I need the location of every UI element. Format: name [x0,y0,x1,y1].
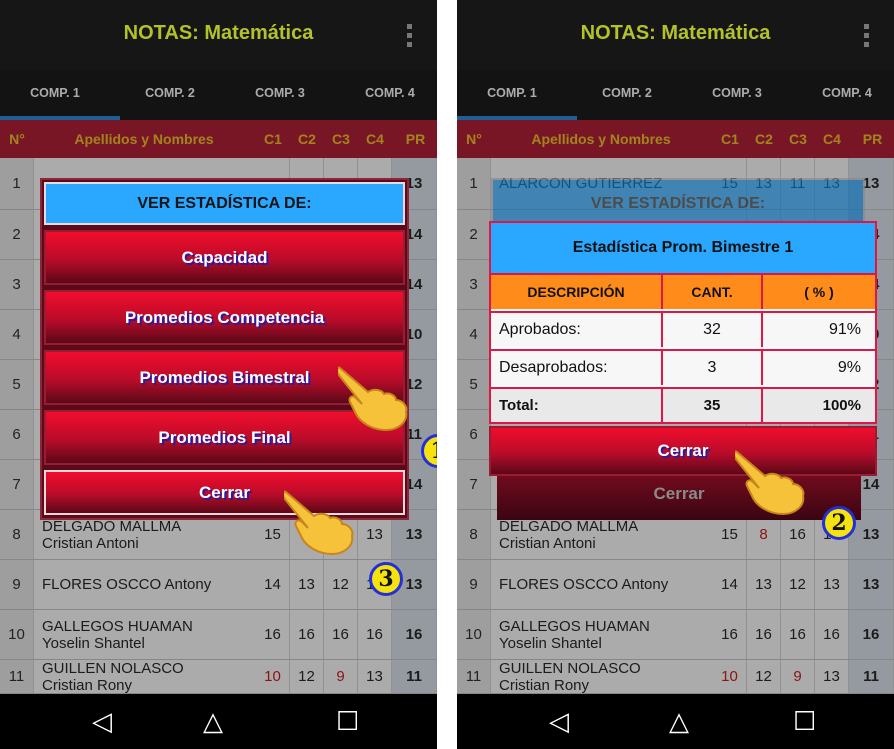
row-pct: 91% [828,321,861,338]
close-button[interactable]: Cerrar [489,426,877,476]
col-descripcion: DESCRIPCIÓN [491,275,663,309]
dialog-heading: VER ESTADÍSTICA DE: [44,182,405,225]
app-title: NOTAS: Matemática [580,22,771,44]
pointing-hand-icon [338,366,408,432]
back-icon[interactable]: ◁ [549,708,569,734]
step-badge-3: 3 [369,562,403,596]
stats-row-desaprobados: Desaprobados: 3 9% [491,349,875,385]
stats-header-row: DESCRIPCIÓN CANT. ( % ) [491,273,875,309]
recents-icon[interactable]: ☐ [793,708,816,734]
menu-capacidad-button[interactable]: Capacidad [44,230,405,285]
kebab-menu-icon[interactable] [864,24,870,51]
back-icon[interactable]: ◁ [92,708,112,734]
app-bar: NOTAS: Matemática [457,0,894,70]
col-pct: ( % ) [804,284,834,300]
home-icon[interactable]: △ [669,708,689,734]
row-pct: 9% [837,359,861,376]
system-nav-bar: ◁ △ ☐ [0,694,437,749]
phone-right: NOTAS: Matemática COMP. 1 COMP. 2 COMP. … [457,0,894,749]
recents-icon[interactable]: ☐ [336,708,359,734]
row-cant: 3 [663,351,763,385]
col-cant: CANT. [663,275,763,309]
stats-menu-dialog: VER ESTADÍSTICA DE: Capacidad Promedios … [40,178,409,520]
kebab-menu-icon[interactable] [407,24,413,51]
phone-left: NOTAS: Matemática COMP. 1 COMP. 2 COMP. … [0,0,437,749]
row-pct: 100% [822,397,861,414]
stats-row-total: Total: 35 100% [491,387,875,422]
stats-dialog: Estadística Prom. Bimestre 1 DESCRIPCIÓN… [489,221,877,424]
app-title: NOTAS: Matemática [123,22,314,44]
row-desc: Desaprobados: [491,351,663,385]
menu-promedios-competencia-button[interactable]: Promedios Competencia [44,290,405,345]
row-cant: 35 [663,389,763,422]
home-icon[interactable]: △ [203,708,223,734]
step-badge-2: 2 [822,506,856,540]
stats-row-aprobados: Aprobados: 32 91% [491,311,875,347]
app-bar: NOTAS: Matemática [0,0,437,70]
stats-title: Estadística Prom. Bimestre 1 [491,223,875,273]
row-desc: Aprobados: [491,313,663,347]
row-cant: 32 [663,313,763,347]
pointing-hand-icon [284,490,354,556]
pointing-hand-icon [735,450,805,516]
row-desc: Total: [491,389,663,422]
system-nav-bar: ◁ △ ☐ [457,694,894,749]
